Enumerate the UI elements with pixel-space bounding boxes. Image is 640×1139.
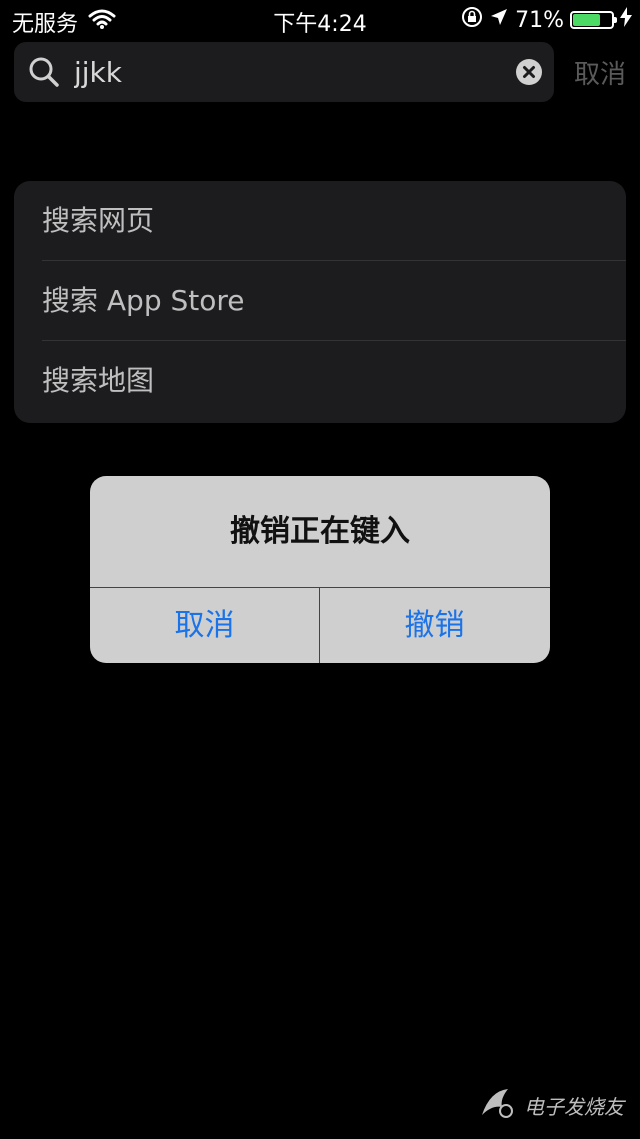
search-suggestions: 搜索网页 搜索 App Store 搜索地图 [14, 181, 626, 423]
location-arrow-icon [489, 7, 509, 33]
suggestion-search-maps[interactable]: 搜索地图 [14, 341, 626, 421]
charging-bolt-icon [620, 7, 632, 33]
watermark: 电子发烧友 [478, 1085, 624, 1125]
watermark-logo-icon [478, 1085, 518, 1125]
status-bar: 无服务 下午4:24 71% [0, 0, 640, 40]
search-input[interactable] [74, 52, 514, 92]
status-right: 71% [455, 6, 632, 34]
suggestion-search-app-store[interactable]: 搜索 App Store [14, 261, 626, 341]
watermark-text: 电子发烧友 [524, 1094, 624, 1119]
battery-icon [570, 11, 617, 29]
suggestion-search-web[interactable]: 搜索网页 [14, 181, 626, 261]
battery-percent: 71% [515, 7, 564, 33]
search-cancel-button[interactable]: 取消 [574, 54, 626, 91]
battery-nub [614, 17, 617, 23]
suggestion-label: 搜索网页 [42, 204, 155, 237]
alert-undo-button[interactable]: 撤销 [320, 588, 549, 663]
alert-title: 撤销正在键入 [230, 514, 410, 549]
search-row: 取消 [14, 42, 626, 102]
undo-typing-alert: 撤销正在键入 取消 撤销 [90, 476, 550, 663]
alert-cancel-button[interactable]: 取消 [90, 588, 319, 663]
battery-fill [573, 14, 600, 26]
suggestion-label: 搜索地图 [42, 364, 155, 397]
search-icon [28, 56, 60, 88]
clear-icon[interactable] [516, 59, 542, 85]
suggestion-label: 搜索 App Store [42, 284, 245, 317]
orientation-lock-icon [461, 6, 483, 34]
search-box[interactable] [14, 42, 554, 102]
